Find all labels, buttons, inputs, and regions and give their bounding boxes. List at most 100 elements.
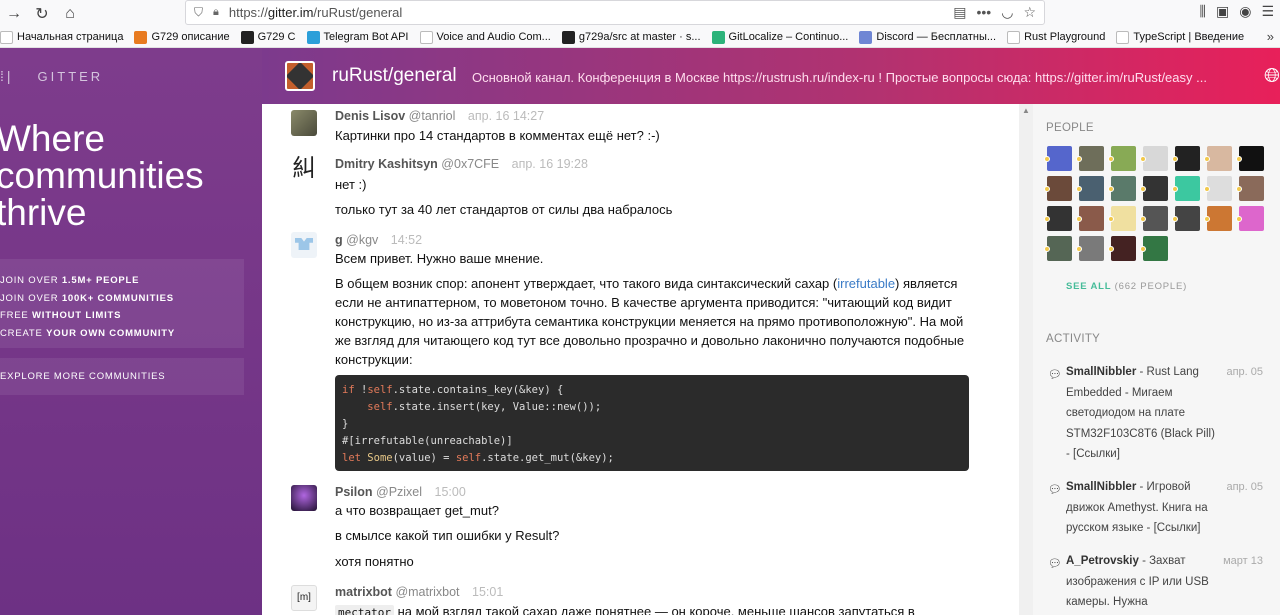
person-avatar[interactable] [1047, 206, 1072, 231]
bookmark-item[interactable]: G729 C [240, 30, 296, 44]
message-author[interactable]: Psilon [335, 485, 373, 499]
globe-icon[interactable]: 🌐︎ [1264, 65, 1280, 88]
message-author[interactable]: Denis Lisov [335, 109, 405, 123]
person-avatar[interactable] [1175, 146, 1200, 171]
person-avatar[interactable] [1239, 146, 1264, 171]
person-avatar[interactable] [1079, 236, 1104, 261]
e-icon [134, 30, 148, 44]
person-avatar[interactable] [1143, 146, 1168, 171]
typescript-icon [1116, 30, 1130, 44]
bookmark-label: TypeScript | Введение [1133, 31, 1245, 43]
person-avatar[interactable] [1111, 146, 1136, 171]
url-bar[interactable]: ⛉ 🔒︎ https://gitter.im/ruRust/general ▤ … [185, 0, 1045, 25]
message-author[interactable]: Dmitry Kashitsyn [335, 157, 438, 171]
room-name[interactable]: ruRust/general [332, 65, 457, 87]
library-icon[interactable]: ⫼ [1200, 3, 1206, 20]
account-icon[interactable]: ◉ [1239, 3, 1251, 20]
bookmark-star-icon[interactable]: ☆ [1023, 4, 1036, 21]
person-avatar[interactable] [1143, 206, 1168, 231]
more-actions-icon[interactable]: ••• [977, 4, 992, 21]
avatar[interactable] [291, 110, 317, 136]
menu-icon[interactable]: ☰ [1261, 3, 1274, 20]
message-text: mectator на мой взгляд такой сахар даже … [335, 604, 915, 615]
avatar[interactable]: [m] [291, 585, 317, 611]
person-avatar[interactable] [1047, 146, 1072, 171]
message-time[interactable]: 15:00 [435, 485, 466, 499]
bookmark-item[interactable]: G729 описание [134, 30, 230, 44]
activity-title: ACTIVITY [1046, 333, 1101, 345]
url-text[interactable]: https://gitter.im/ruRust/general [229, 5, 402, 20]
person-avatar[interactable] [1079, 176, 1104, 201]
avatar[interactable]: 糾 [291, 156, 317, 182]
activity-item[interactable]: 💬︎ SmallNibbler - Rust Lang Embedded - М… [1045, 362, 1275, 472]
message-meta: g @kgv 14:52 [335, 233, 422, 247]
activity-item[interactable]: 💬︎ A_Petrovskiy - Захват изображения с I… [1045, 551, 1275, 615]
person-avatar[interactable] [1207, 176, 1232, 201]
person-avatar[interactable] [1207, 206, 1232, 231]
bookmark-item[interactable]: g729a/src at master · s... [561, 30, 701, 44]
online-status-dot [1076, 186, 1082, 192]
home-icon[interactable]: ⌂ [56, 2, 84, 26]
bookmarks-overflow-icon[interactable]: » [1267, 29, 1274, 44]
person-avatar[interactable] [1111, 206, 1136, 231]
online-status-dot [1172, 186, 1178, 192]
message-username[interactable]: @tanriol [409, 109, 456, 123]
bookmark-item[interactable]: GitLocalize – Continuo... [711, 30, 848, 44]
sidebar-icon[interactable]: ▣ [1216, 3, 1229, 20]
online-status-dot [1044, 246, 1050, 252]
person-avatar[interactable] [1239, 206, 1264, 231]
message-username[interactable]: @matrixbot [395, 585, 459, 599]
person-avatar[interactable] [1047, 176, 1072, 201]
online-status-dot [1108, 186, 1114, 192]
join-line: JOIN OVER 1.5M+ PEOPLE [0, 275, 140, 286]
person-avatar[interactable] [1239, 176, 1264, 201]
bookmark-item[interactable]: Telegram Bot API [306, 30, 409, 44]
person-avatar[interactable] [1047, 236, 1072, 261]
person-avatar[interactable] [1207, 146, 1232, 171]
reader-view-icon[interactable]: ▤ [953, 4, 966, 21]
shield-icon[interactable]: ⛉ [194, 5, 203, 20]
chat-scrollbar[interactable]: ▲ [1019, 104, 1033, 615]
avatar[interactable] [291, 232, 317, 258]
lock-icon[interactable]: 🔒︎ [213, 6, 219, 19]
message-time[interactable]: апр. 16 14:27 [468, 109, 544, 123]
explore-communities-button[interactable]: EXPLORE MORE COMMUNITIES [0, 358, 244, 395]
bookmark-label: g729a/src at master · s... [578, 31, 701, 43]
scroll-up-icon[interactable]: ▲ [1022, 106, 1030, 115]
person-avatar[interactable] [1111, 236, 1136, 261]
bookmark-item[interactable]: Rust Playground [1007, 30, 1105, 44]
activity-item[interactable]: 💬︎ SmallNibbler - Игровой движок Amethys… [1045, 477, 1275, 547]
message-author[interactable]: g [335, 233, 343, 247]
person-avatar[interactable] [1143, 176, 1168, 201]
message-time[interactable]: 14:52 [391, 233, 422, 247]
person-avatar[interactable] [1111, 176, 1136, 201]
message-time[interactable]: апр. 16 19:28 [512, 157, 588, 171]
online-status-dot [1236, 186, 1242, 192]
person-avatar[interactable] [1175, 206, 1200, 231]
message-author[interactable]: matrixbot [335, 585, 392, 599]
bookmark-item[interactable]: Discord — Бесплатны... [859, 30, 996, 44]
avatar[interactable] [291, 485, 317, 511]
bookmark-item[interactable]: Voice and Audio Com... [419, 30, 551, 44]
bookmark-item[interactable]: TypeScript | Введение [1116, 30, 1245, 44]
irrefutable-link[interactable]: irrefutable [837, 276, 895, 291]
message-username[interactable]: @Pzixel [376, 485, 422, 499]
code-block: if !self.state.contains_key(&key) { self… [335, 375, 969, 471]
message-username[interactable]: @0x7CFE [441, 157, 499, 171]
message-username[interactable]: @kgv [346, 233, 378, 247]
message-time[interactable]: 15:01 [472, 585, 503, 599]
see-all-people-link[interactable]: SEE ALL (662 PEOPLE) [1066, 281, 1187, 292]
person-avatar[interactable] [1079, 206, 1104, 231]
person-avatar[interactable] [1143, 236, 1168, 261]
online-status-dot [1140, 156, 1146, 162]
gitter-logo-text: GITTER [37, 68, 104, 84]
person-avatar[interactable] [1175, 176, 1200, 201]
pocket-icon[interactable]: ◡ [1001, 4, 1013, 21]
forward-icon[interactable]: → [0, 2, 28, 26]
person-avatar[interactable] [1079, 146, 1104, 171]
gitter-logo[interactable]: ⁞| GITTER [0, 68, 103, 84]
online-status-dot [1172, 216, 1178, 222]
join-box[interactable]: JOIN OVER 1.5M+ PEOPLE JOIN OVER 100K+ C… [0, 259, 244, 348]
bookmark-item[interactable]: Начальная страница [0, 30, 123, 44]
reload-icon[interactable]: ↻ [28, 2, 56, 26]
